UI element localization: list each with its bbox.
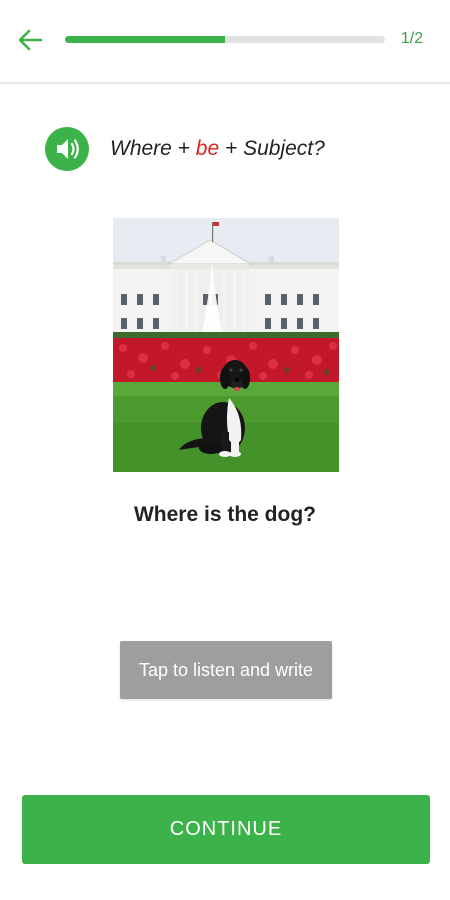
top-bar: 1/2 xyxy=(0,0,450,84)
pattern-part-2: + Subject? xyxy=(219,137,325,160)
question-photo xyxy=(113,218,339,472)
arrow-left-icon xyxy=(18,29,43,51)
tap-to-listen-button[interactable]: Tap to listen and write xyxy=(120,641,332,699)
white-house-dog-illustration xyxy=(113,218,339,472)
continue-button[interactable]: CONTINUE xyxy=(22,795,430,864)
pattern-highlight: be xyxy=(195,137,220,160)
back-button[interactable] xyxy=(14,24,46,56)
speaker-icon xyxy=(57,139,79,159)
progress-fill xyxy=(65,36,225,43)
play-audio-button[interactable] xyxy=(45,127,89,171)
progress-counter: 1/2 xyxy=(400,30,424,47)
pattern-part-1: Where + xyxy=(110,137,196,160)
grammar-pattern: Where + be + Subject? xyxy=(110,137,325,161)
question-text: Where is the dog? xyxy=(133,503,316,526)
progress-bar xyxy=(65,36,385,43)
